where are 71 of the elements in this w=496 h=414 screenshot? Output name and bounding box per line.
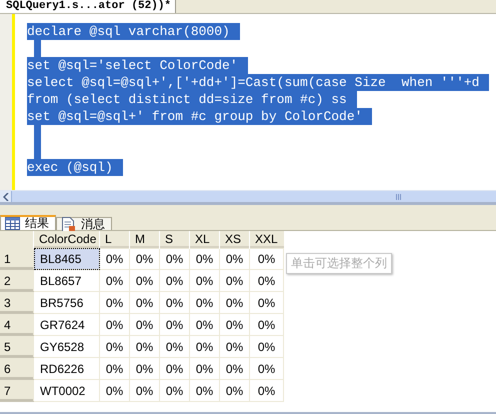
table-cell: 0% (190, 358, 220, 380)
document-tab[interactable]: SQLQuery1.s...ator (52))* (0, 0, 176, 13)
table-cell: 0% (160, 380, 190, 402)
table-cell: BL8657 (34, 270, 100, 292)
table-cell: 0% (190, 292, 220, 314)
table-cell: WT0002 (34, 380, 100, 402)
table-cell: 0% (250, 292, 284, 314)
row-header[interactable]: 4 (0, 314, 34, 336)
table-cell: 0% (130, 270, 160, 292)
table-cell: 0% (190, 314, 220, 336)
table-cell: 0% (100, 336, 130, 358)
table-cell: 0% (250, 358, 284, 380)
column-header[interactable]: M (130, 231, 160, 248)
table-cell: 0% (100, 270, 130, 292)
table-cell: 0% (130, 336, 160, 358)
table-cell: 0% (160, 314, 190, 336)
grid-icon (5, 217, 20, 230)
table-cell: 0% (130, 292, 160, 314)
result-tab[interactable]: 消息 (56, 217, 112, 230)
table-cell: 0% (100, 314, 130, 336)
table-cell: 0% (160, 358, 190, 380)
table-cell: 0% (250, 248, 284, 270)
table-cell: 0% (160, 248, 190, 270)
result-tab[interactable]: 结果 (0, 215, 56, 230)
column-header[interactable]: XS (220, 231, 250, 248)
row-header[interactable]: 3 (0, 292, 34, 314)
tooltip: 单击可选择整个列 (286, 253, 392, 274)
table-cell: BL8465 (34, 248, 100, 270)
table-cell: 0% (130, 358, 160, 380)
table-cell: 0% (100, 248, 130, 270)
scroll-grip-icon[interactable] (396, 194, 401, 200)
column-header[interactable]: L (100, 231, 130, 248)
table-cell: 0% (220, 380, 250, 402)
table-cell: 0% (190, 380, 220, 402)
table-cell: 0% (190, 270, 220, 292)
row-header[interactable]: 7 (0, 380, 34, 402)
table-cell: GY6528 (34, 336, 100, 358)
column-header[interactable]: S (160, 231, 190, 248)
table-cell: 0% (130, 248, 160, 270)
document-icon (61, 216, 76, 232)
table-cell: 0% (250, 380, 284, 402)
row-header[interactable]: 1 (0, 248, 34, 270)
table-cell: GR7624 (34, 314, 100, 336)
table-cell: 0% (100, 292, 130, 314)
table-cell: 0% (130, 314, 160, 336)
table-cell: 0% (220, 292, 250, 314)
scroll-left-button[interactable] (0, 191, 12, 202)
row-header[interactable]: 2 (0, 270, 34, 292)
table-cell: BR5756 (34, 292, 100, 314)
table-cell: 0% (220, 358, 250, 380)
table-cell: 0% (190, 336, 220, 358)
table-cell: 0% (250, 336, 284, 358)
table-cell: 0% (160, 292, 190, 314)
row-header[interactable]: 6 (0, 358, 34, 380)
table-cell: RD6226 (34, 358, 100, 380)
table-cell: 0% (130, 380, 160, 402)
table-cell: 0% (220, 270, 250, 292)
column-header[interactable]: XXL (250, 231, 284, 248)
column-header[interactable]: XL (190, 231, 220, 248)
row-header[interactable]: 5 (0, 336, 34, 358)
column-header[interactable]: ColorCode (34, 231, 100, 248)
table-cell: 0% (250, 314, 284, 336)
table-cell: 0% (250, 270, 284, 292)
table-cell: 0% (100, 380, 130, 402)
table-cell: 0% (100, 358, 130, 380)
table-cell: 0% (220, 314, 250, 336)
table-cell: 0% (160, 270, 190, 292)
table-cell: 0% (220, 248, 250, 270)
table-cell: 0% (220, 336, 250, 358)
table-cell: 0% (190, 248, 220, 270)
table-cell: 0% (160, 336, 190, 358)
